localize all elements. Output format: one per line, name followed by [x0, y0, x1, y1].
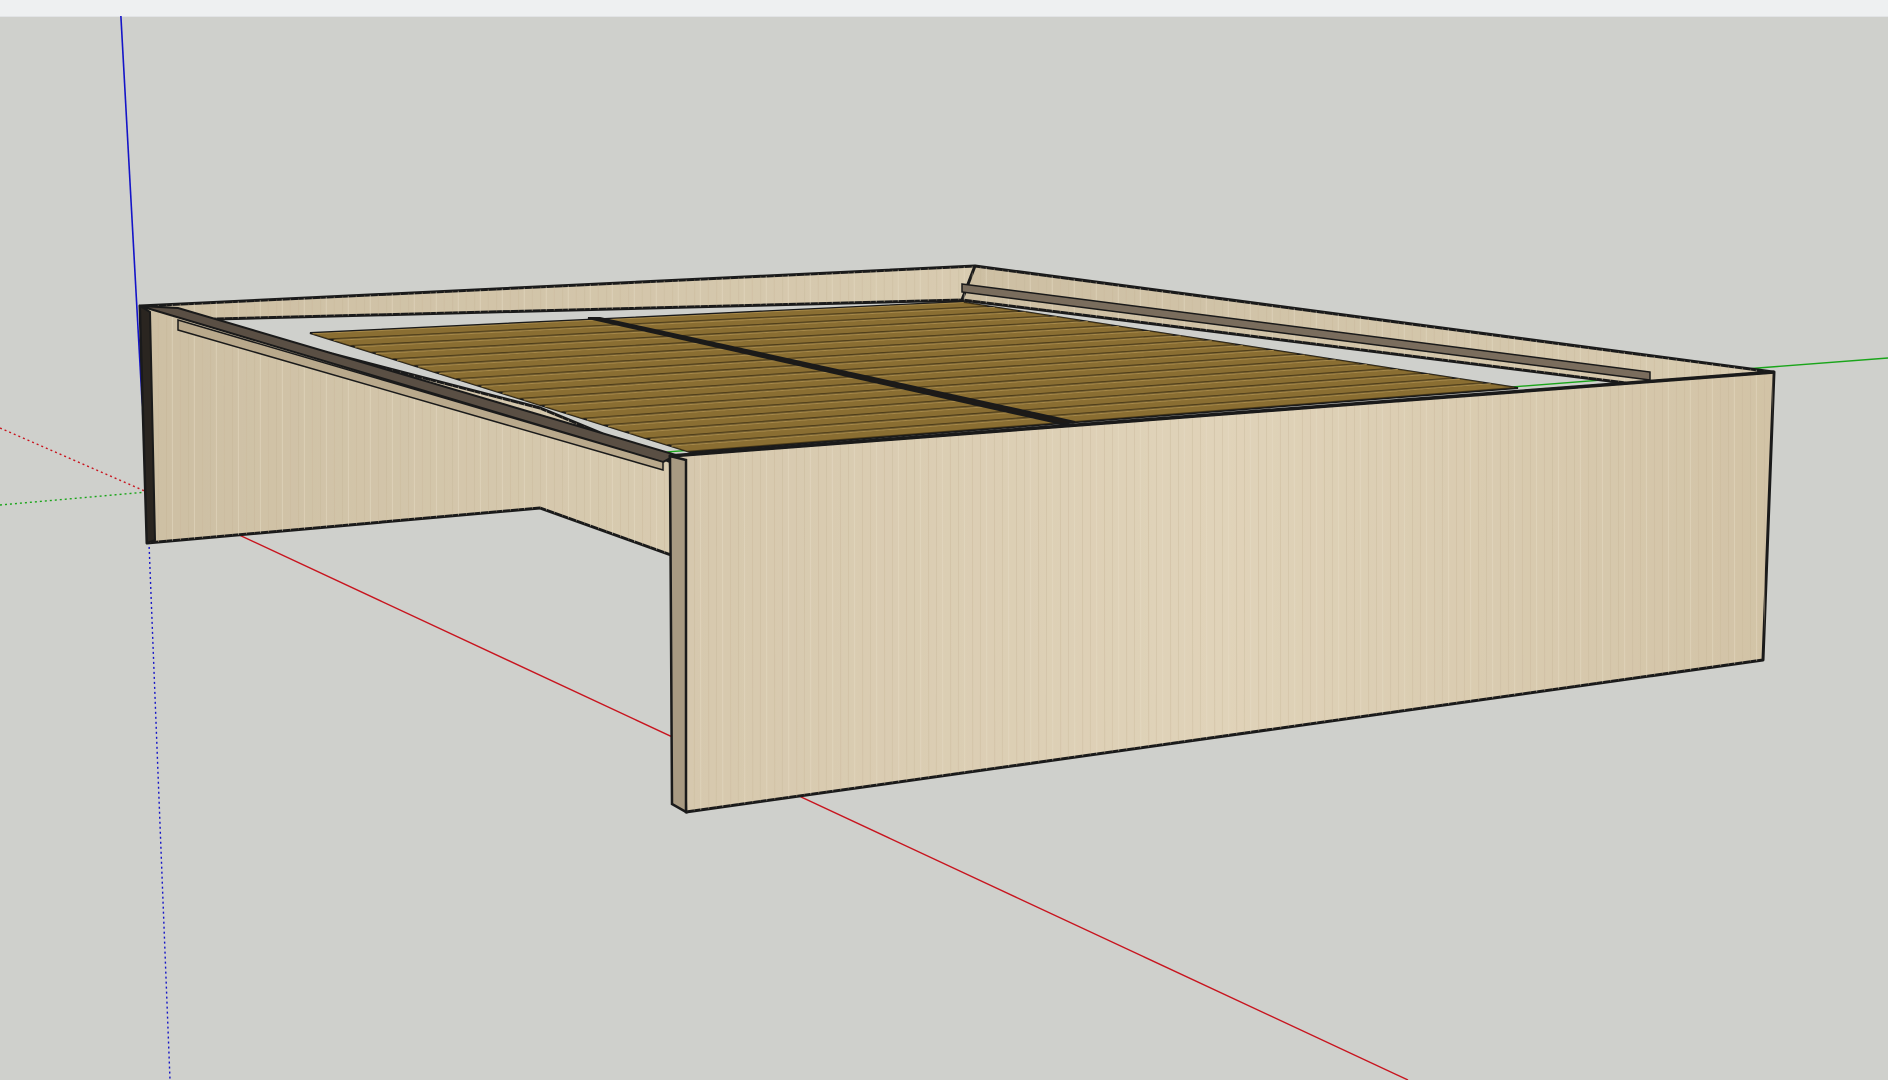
viewport-canvas[interactable]: [0, 16, 1888, 1080]
blue-axis-dotted: [146, 491, 171, 1080]
modeling-viewport[interactable]: [0, 16, 1888, 1080]
green-axis-dotted: [0, 491, 148, 506]
front-panel-edge: [668, 454, 688, 815]
red-axis-dotted: [0, 427, 148, 493]
toolbar-strip: [0, 0, 1888, 17]
sketchup-window: [0, 0, 1888, 1080]
bed-frame-model[interactable]: [138, 264, 1776, 815]
